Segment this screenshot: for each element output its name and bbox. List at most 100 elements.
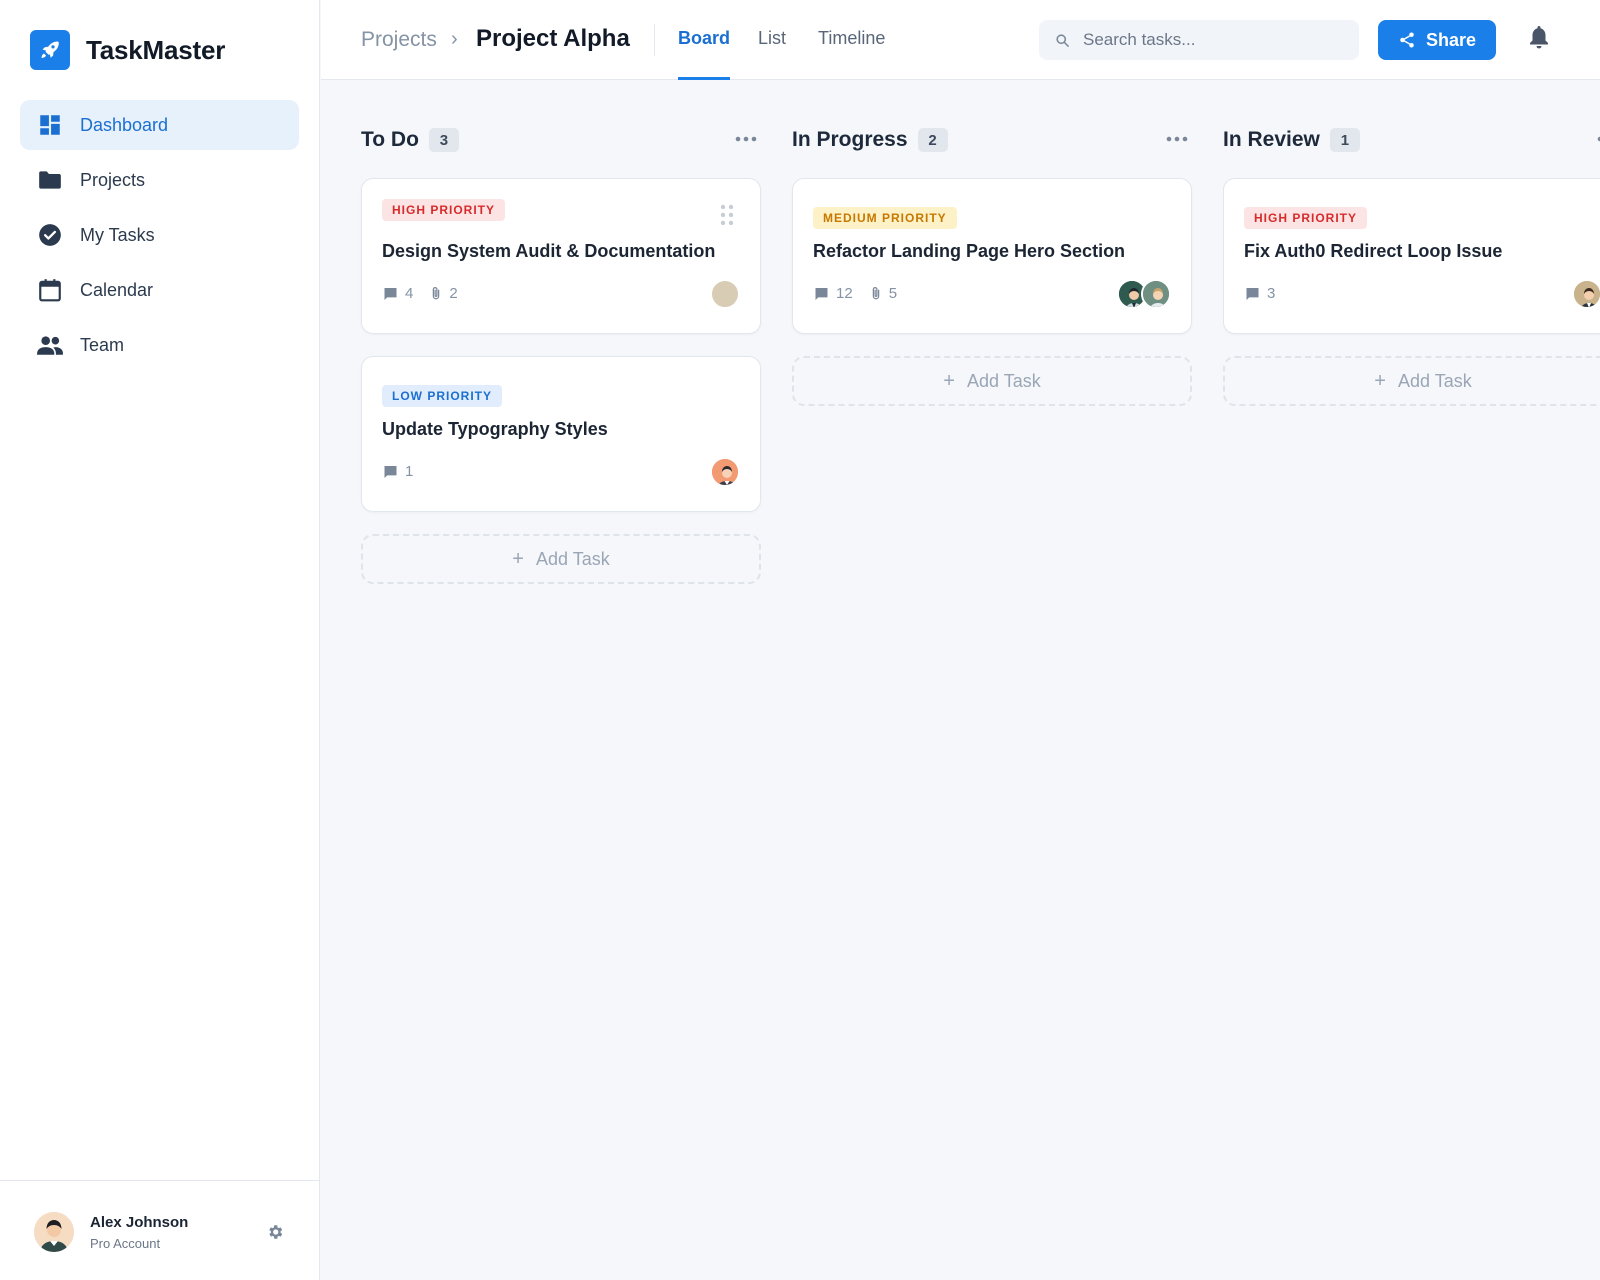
comment-icon [384, 465, 397, 478]
task-card[interactable]: HIGH PRIORITY Fix Auth0 Redirect Loop Is… [1223, 178, 1600, 334]
avatar[interactable] [1141, 279, 1171, 309]
column-header: In Review 1 [1223, 120, 1600, 160]
top-bar: Projects › Project Alpha Board List Time… [321, 0, 1600, 80]
share-button[interactable]: Share [1378, 20, 1496, 60]
page-title: Project Alpha [476, 25, 630, 52]
column-todo: To Do 3 HIGH PRIORITY Design System Audi… [361, 120, 761, 590]
task-title: Refactor Landing Page Hero Section [813, 241, 1126, 261]
sidebar-item-calendar[interactable]: Calendar [20, 265, 299, 315]
priority-badge: HIGH PRIORITY [382, 199, 506, 221]
comment-count: 1 [382, 463, 413, 480]
sidebar-item-label: Calendar [80, 279, 154, 300]
add-task-button[interactable]: + Add Task [361, 534, 761, 584]
sidebar-nav: Dashboard Projects My Tasks Calendar Tea… [20, 100, 299, 375]
assignee-avatars [710, 457, 740, 487]
more-horizontal-icon[interactable] [1593, 129, 1600, 149]
assignee-avatars [1117, 279, 1171, 309]
sidebar-item-label: My Tasks [80, 224, 155, 245]
attachment-count: 2 [429, 285, 458, 302]
search-input[interactable] [1083, 30, 1343, 50]
comment-count: 12 [813, 285, 853, 302]
plus-icon: + [512, 547, 524, 570]
sidebar-item-label: Dashboard [80, 114, 169, 135]
column-in-review: In Review 1 HIGH PRIORITY Fix Auth0 Redi… [1223, 120, 1600, 420]
brand[interactable]: TaskMaster [30, 30, 225, 70]
column-count-badge: 3 [428, 128, 459, 152]
comment-count-value: 4 [405, 285, 414, 302]
header-divider [654, 24, 655, 56]
attachment-count-value: 5 [888, 285, 898, 302]
gear-icon[interactable] [264, 1221, 286, 1243]
tab-list[interactable]: List [758, 28, 786, 80]
comment-icon [384, 287, 397, 300]
task-title: Update Typography Styles [382, 419, 608, 439]
add-task-button[interactable]: + Add Task [1223, 356, 1600, 406]
avatar[interactable] [34, 1212, 74, 1252]
team-icon [36, 331, 64, 359]
task-meta: 12 5 [813, 285, 913, 302]
assignee-avatars [1572, 279, 1600, 309]
task-title: Design System Audit & Documentation [382, 241, 716, 261]
priority-badge: HIGH PRIORITY [1244, 207, 1368, 229]
sidebar-item-label: Projects [80, 169, 146, 190]
drag-handle-icon[interactable] [720, 203, 734, 227]
avatar[interactable] [710, 457, 740, 487]
dashboard-icon [36, 111, 64, 139]
add-task-button[interactable]: + Add Task [792, 356, 1192, 406]
task-meta: 1 [382, 463, 429, 480]
column-title: In Progress [792, 128, 908, 151]
column-header: To Do 3 [361, 120, 761, 160]
add-task-label: Add Task [535, 548, 610, 569]
plus-icon: + [1374, 369, 1386, 392]
plus-icon: + [943, 369, 955, 392]
tab-board[interactable]: Board [678, 28, 731, 80]
paperclip-icon [872, 287, 879, 300]
sidebar-item-team[interactable]: Team [20, 320, 299, 370]
task-card[interactable]: HIGH PRIORITY Design System Audit & Docu… [361, 178, 761, 334]
share-icon [1398, 31, 1416, 49]
priority-badge: MEDIUM PRIORITY [813, 207, 957, 229]
more-horizontal-icon[interactable] [731, 129, 761, 149]
calendar-icon [36, 276, 64, 304]
sidebar-item-label: Team [80, 334, 125, 355]
app-name: TaskMaster [86, 34, 226, 65]
task-meta: 4 2 [382, 285, 474, 302]
assignee-avatars [710, 279, 740, 309]
add-task-label: Add Task [1397, 370, 1472, 391]
task-card[interactable]: MEDIUM PRIORITY Refactor Landing Page He… [792, 178, 1192, 334]
comment-icon [815, 287, 828, 300]
sidebar-item-dashboard[interactable]: Dashboard [20, 100, 299, 150]
search-box [1039, 20, 1359, 60]
column-count-badge: 2 [917, 128, 948, 152]
check-circle-icon [36, 221, 64, 249]
avatar[interactable] [710, 279, 740, 309]
task-title: Fix Auth0 Redirect Loop Issue [1244, 241, 1503, 261]
column-clip: In Review 1 HIGH PRIORITY Fix Auth0 Redi… [1223, 120, 1600, 420]
bell-icon[interactable] [1526, 22, 1552, 52]
column-count-badge: 1 [1329, 128, 1360, 152]
more-horizontal-icon[interactable] [1162, 129, 1192, 149]
sidebar-item-my-tasks[interactable]: My Tasks [20, 210, 299, 260]
user-panel: Alex Johnson Pro Account [0, 1180, 320, 1280]
task-meta: 3 [1244, 285, 1291, 302]
chevron-right-icon: › [451, 28, 458, 50]
sidebar: TaskMaster Dashboard Projects My Tasks C… [0, 0, 320, 1280]
add-task-label: Add Task [966, 370, 1041, 391]
search-icon [1055, 32, 1071, 48]
breadcrumb-projects[interactable]: Projects [361, 28, 437, 52]
attachment-count: 5 [869, 285, 897, 302]
tab-timeline[interactable]: Timeline [818, 28, 885, 80]
sidebar-item-projects[interactable]: Projects [20, 155, 299, 205]
share-button-label: Share [1425, 29, 1477, 50]
task-card[interactable]: LOW PRIORITY Update Typography Styles 1 [361, 356, 761, 512]
priority-badge: LOW PRIORITY [382, 385, 502, 407]
user-plan: Pro Account [90, 1236, 161, 1251]
paperclip-icon [433, 287, 440, 300]
user-name: Alex Johnson [90, 1214, 189, 1231]
avatar[interactable] [1572, 279, 1600, 309]
comment-count: 3 [1244, 285, 1275, 302]
column-title: In Review [1223, 128, 1320, 151]
column-in-progress: In Progress 2 MEDIUM PRIORITY Refactor L… [792, 120, 1192, 420]
comment-count: 4 [382, 285, 413, 302]
comment-count-value: 1 [405, 463, 414, 480]
